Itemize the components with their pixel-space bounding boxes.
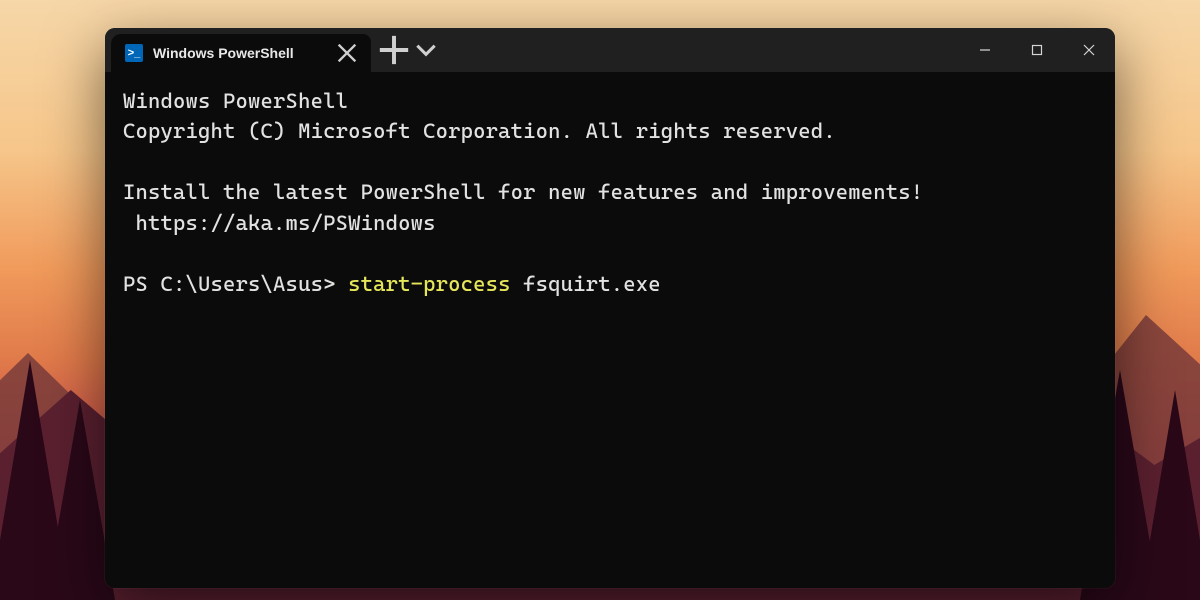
powershell-icon: >_ xyxy=(125,44,143,62)
new-tab-button[interactable] xyxy=(377,35,411,65)
install-message: Install the latest PowerShell for new fe… xyxy=(123,180,923,204)
prompt-prefix: PS C:\Users\Asus> xyxy=(123,272,348,296)
maximize-button[interactable] xyxy=(1011,28,1063,72)
tab-title: Windows PowerShell xyxy=(153,45,294,61)
banner-line-1: Windows PowerShell xyxy=(123,89,348,113)
tab-powershell[interactable]: >_ Windows PowerShell xyxy=(111,34,371,72)
titlebar-drag-region[interactable] xyxy=(439,28,959,72)
minimize-icon xyxy=(979,44,991,56)
command-cmdlet: start-process xyxy=(348,272,511,296)
terminal-body[interactable]: Windows PowerShell Copyright (C) Microso… xyxy=(105,72,1115,588)
terminal-window: >_ Windows PowerShell xyxy=(105,28,1115,588)
new-tab-dropdown[interactable] xyxy=(413,35,439,65)
close-tab-button[interactable] xyxy=(337,43,357,63)
maximize-icon xyxy=(1031,44,1043,56)
titlebar[interactable]: >_ Windows PowerShell xyxy=(105,28,1115,72)
close-window-button[interactable] xyxy=(1063,28,1115,72)
minimize-button[interactable] xyxy=(959,28,1011,72)
plus-icon xyxy=(377,33,411,67)
close-icon xyxy=(337,43,357,63)
chevron-down-icon xyxy=(413,37,439,63)
banner-line-2: Copyright (C) Microsoft Corporation. All… xyxy=(123,119,836,143)
close-icon xyxy=(1083,44,1095,56)
install-url: https://aka.ms/PSWindows xyxy=(123,211,436,235)
command-argument: fsquirt.exe xyxy=(511,272,661,296)
